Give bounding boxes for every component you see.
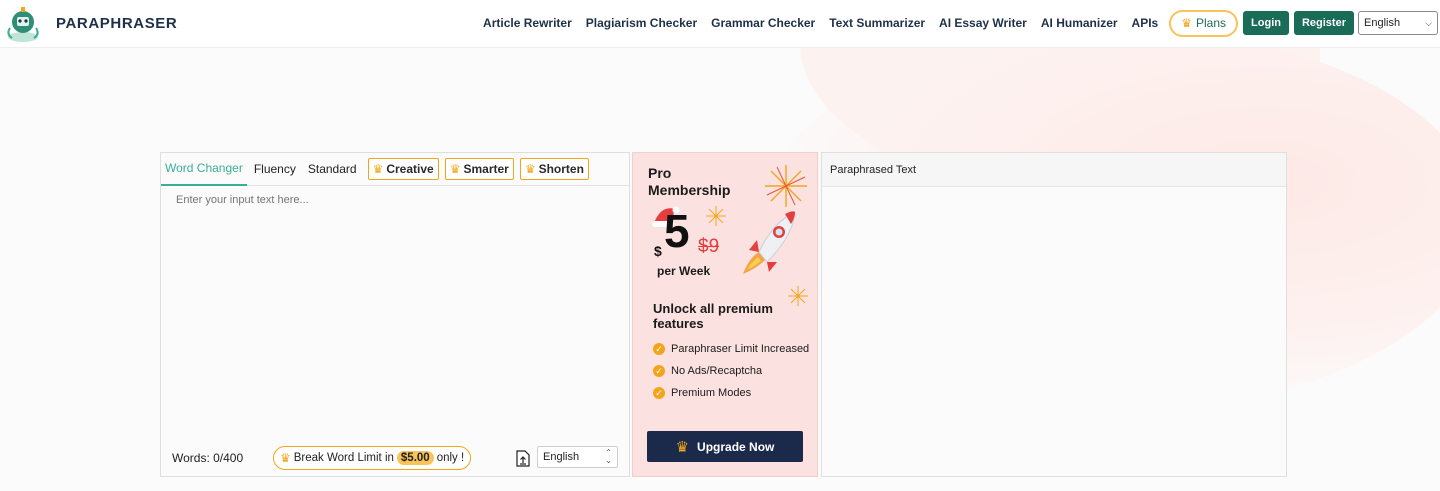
input-textarea[interactable] (161, 187, 629, 437)
break-limit-price: $5.00 (396, 451, 434, 465)
output-header: Paraphrased Text (822, 153, 1286, 187)
mode-tabs: Word Changer Fluency Standard ♛ Creative… (161, 153, 629, 186)
promo-panel: Pro Membership $ 5 $9 per Week Unlock al… (632, 152, 818, 477)
upload-file-icon[interactable] (516, 450, 530, 467)
crown-icon: ♛ (1181, 16, 1192, 30)
promo-unlock-text: Unlock all premium features (653, 301, 773, 331)
nav-grammar-checker[interactable]: Grammar Checker (704, 16, 822, 30)
logo-icon (7, 7, 39, 42)
feature-label: Paraphraser Limit Increased (671, 343, 810, 355)
tab-creative[interactable]: ♛ Creative (367, 158, 439, 180)
promo-price: 5 (664, 205, 690, 257)
promo-old-price: $9 (698, 236, 720, 257)
rocket-icon (743, 211, 796, 274)
price-symbol: $ (654, 243, 662, 259)
tab-word-changer[interactable]: Word Changer (161, 153, 247, 186)
promo-period: per Week (657, 264, 711, 278)
register-button[interactable]: Register (1293, 11, 1354, 35)
input-language-select[interactable]: English ⌃ ⌄ (537, 446, 618, 468)
input-panel: Word Changer Fluency Standard ♛ Creative… (160, 152, 630, 477)
tab-creative-label: Creative (386, 162, 434, 176)
feature-item: ✓ Paraphraser Limit Increased (653, 343, 813, 355)
top-header: PARAPHRASER Article Rewriter Plagiarism … (0, 0, 1440, 48)
upgrade-now-button[interactable]: ♛ Upgrade Now (647, 431, 803, 462)
feature-item: ✓ No Ads/Recaptcha (653, 365, 813, 377)
crown-icon: ♛ (372, 162, 384, 176)
input-language-value: English (543, 451, 580, 463)
upgrade-label: Upgrade Now (697, 439, 775, 454)
crown-icon: ♛ (524, 162, 536, 176)
firework-icon (706, 206, 726, 226)
input-footer: Words: 0/400 ♛ Break Word Limit in $5.00… (161, 440, 629, 476)
tab-shorten[interactable]: ♛ Shorten (519, 158, 589, 180)
feature-label: No Ads/Recaptcha (671, 365, 763, 377)
break-limit-prefix: Break Word Limit in (293, 452, 394, 464)
crown-icon: ♛ (675, 438, 690, 456)
firework-icon (765, 165, 807, 207)
language-select[interactable]: English ⌵ (1358, 11, 1438, 35)
tab-shorten-label: Shorten (538, 162, 584, 176)
language-value: English (1364, 17, 1401, 29)
tab-standard[interactable]: Standard (303, 153, 362, 186)
brand-name[interactable]: PARAPHRASER (56, 15, 177, 32)
plans-label: Plans (1196, 16, 1227, 30)
chevron-updown-icon: ⌃ ⌄ (605, 448, 612, 465)
chevron-down-icon: ⌵ (1425, 17, 1432, 28)
feature-item: ✓ Premium Modes (653, 387, 813, 399)
break-word-limit-button[interactable]: ♛ Break Word Limit in $5.00 only ! (273, 446, 472, 470)
nav-text-summarizer[interactable]: Text Summarizer (822, 16, 932, 30)
word-count: Words: 0/400 (172, 451, 244, 465)
check-icon: ✓ (653, 387, 665, 399)
check-icon: ✓ (653, 343, 665, 355)
nav-plagiarism-checker[interactable]: Plagiarism Checker (579, 16, 704, 30)
output-area[interactable] (822, 187, 1286, 476)
promo-title: Pro Membership (648, 165, 731, 198)
tab-smarter[interactable]: ♛ Smarter (444, 158, 514, 180)
nav-apis[interactable]: APIs (1125, 16, 1166, 30)
nav-ai-humanizer[interactable]: AI Humanizer (1034, 16, 1125, 30)
crown-icon: ♛ (280, 451, 291, 465)
crown-icon: ♛ (449, 162, 461, 176)
promo-features: ✓ Paraphraser Limit Increased ✓ No Ads/R… (653, 343, 813, 409)
plans-button[interactable]: ♛ Plans (1169, 9, 1239, 37)
main-nav: Article Rewriter Plagiarism Checker Gram… (476, 9, 1438, 37)
nav-ai-essay-writer[interactable]: AI Essay Writer (932, 16, 1034, 30)
output-panel: Paraphrased Text (821, 152, 1287, 477)
nav-article-rewriter[interactable]: Article Rewriter (476, 16, 579, 30)
feature-label: Premium Modes (671, 387, 752, 399)
check-icon: ✓ (653, 365, 665, 377)
tab-fluency[interactable]: Fluency (249, 153, 301, 186)
tab-smarter-label: Smarter (463, 162, 509, 176)
break-limit-suffix: only ! (436, 452, 465, 464)
output-title: Paraphrased Text (830, 163, 917, 176)
login-button[interactable]: Login (1243, 11, 1289, 35)
